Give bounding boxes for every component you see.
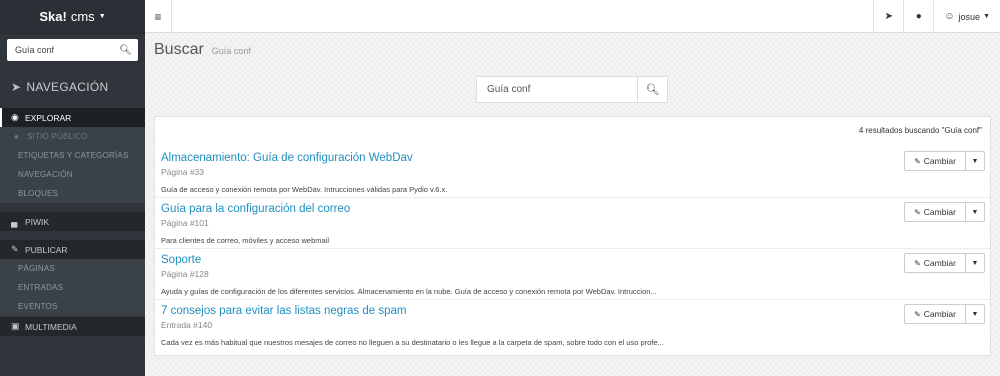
result-type: Página #128 <box>161 269 209 279</box>
search-icon[interactable]: 🔍︎ <box>119 45 132 56</box>
chat-bubble-icon[interactable]: ● <box>903 0 933 33</box>
change-button[interactable]: ✎ Cambiar <box>904 151 966 171</box>
main-content: Buscar Guía conf 🔍︎ 4 resultados buscand… <box>145 33 1000 376</box>
sidebar-subitem-entradas[interactable]: ENTRADAS <box>0 278 145 297</box>
page-subtitle: Guía conf <box>211 46 251 56</box>
sidebar-item-multimedia[interactable]: ▣ MULTIMEDIA <box>0 317 145 336</box>
result-title[interactable]: Guía para la configuración del correo <box>161 203 350 215</box>
spacer <box>0 231 145 239</box>
pencil-icon: ✎ <box>914 207 921 217</box>
list-item: Almacenamiento: Guía de configuración We… <box>155 147 990 198</box>
caret-down-icon: ▼ <box>98 13 106 20</box>
result-type: Página #101 <box>161 218 209 228</box>
user-menu[interactable]: ☺ josue ▼ <box>933 0 1000 33</box>
topbar-actions: ➤ ● ☺ josue ▼ <box>873 0 1000 33</box>
main-search-input[interactable] <box>476 76 637 103</box>
search-icon: 🔍︎ <box>645 84 660 96</box>
sidebar-search-input[interactable] <box>15 45 105 55</box>
search-button[interactable]: 🔍︎ <box>637 76 668 103</box>
list-item: 7 consejos para evitar las listas negras… <box>155 300 990 351</box>
page-title: Buscar <box>154 41 204 58</box>
globe-icon: ● <box>14 132 20 141</box>
sidebar-item-label: PIWIK <box>25 216 50 227</box>
pencil-icon: ✎ <box>914 258 921 268</box>
result-actions: ✎ Cambiar ▼ <box>904 304 985 324</box>
result-title[interactable]: Almacenamiento: Guía de configuración We… <box>161 152 413 164</box>
sidebar-subitem-label: EVENTOS <box>18 302 58 311</box>
caret-down-icon: ▼ <box>983 13 990 20</box>
change-label: Cambiar <box>923 156 956 166</box>
result-title[interactable]: Soporte <box>161 254 201 266</box>
result-actions: ✎ Cambiar ▼ <box>904 151 985 171</box>
results-panel: 4 resultados buscando "Guía conf" Almace… <box>154 116 991 356</box>
compass-icon: ◉ <box>11 112 19 122</box>
sidebar-subitem-sitio-publico[interactable]: ● SITIO PÚBLICO <box>0 127 145 146</box>
dropdown-toggle[interactable]: ▼ <box>966 151 985 171</box>
change-button[interactable]: ✎ Cambiar <box>904 202 966 222</box>
list-item: Guía para la configuración del correo Pá… <box>155 198 990 249</box>
change-button[interactable]: ✎ Cambiar <box>904 253 966 273</box>
sidebar-item-label: PUBLICAR <box>25 244 68 255</box>
dropdown-toggle[interactable]: ▼ <box>966 253 985 273</box>
result-actions: ✎ Cambiar ▼ <box>904 253 985 273</box>
paper-plane-icon[interactable]: ➤ <box>873 0 903 33</box>
sidebar-subitem-bloques[interactable]: BLOQUES <box>0 184 145 203</box>
change-label: Cambiar <box>923 258 956 268</box>
sidebar-subitem-label: NAVEGACIÓN <box>18 170 73 179</box>
result-type: Entrada #140 <box>161 320 213 330</box>
sidebar-subitem-label: ETIQUETAS Y CATEGORÍAS <box>18 151 129 160</box>
rocket-icon: ➤ <box>11 80 22 94</box>
sidebar-subitem-etiquetas[interactable]: ETIQUETAS Y CATEGORÍAS <box>0 146 145 165</box>
change-button[interactable]: ✎ Cambiar <box>904 304 966 324</box>
page-header: Buscar Guía conf <box>154 41 251 59</box>
sidebar: Ska! cms ▼ 🔍︎ ➤ NAVEGACIÓN ◉ EXPLORAR ● … <box>0 0 145 376</box>
pencil-icon: ✎ <box>914 309 921 319</box>
nav-title: ➤ NAVEGACIÓN <box>0 67 145 107</box>
result-description: Guía de acceso y conexión remota por Web… <box>161 185 448 194</box>
result-description: Cada vez es más habitual que nuestros me… <box>161 338 664 347</box>
spacer <box>0 203 145 211</box>
result-actions: ✎ Cambiar ▼ <box>904 202 985 222</box>
sidebar-subitem-navegacion[interactable]: NAVEGACIÓN <box>0 165 145 184</box>
topbar: ≡ ➤ ● ☺ josue ▼ <box>145 0 1000 33</box>
result-title[interactable]: 7 consejos para evitar las listas negras… <box>161 305 406 317</box>
list-item: Soporte Página #128 Ayuda y guías de con… <box>155 249 990 300</box>
sidebar-subitem-label: BLOQUES <box>18 189 59 198</box>
sidebar-item-label: EXPLORAR <box>25 112 72 123</box>
results-count: 4 resultados buscando "Guía conf" <box>858 126 982 135</box>
result-description: Para clientes de correo, móviles y acces… <box>161 236 329 245</box>
sidebar-item-publicar[interactable]: ✎ PUBLICAR <box>0 240 145 259</box>
pencil-icon: ✎ <box>11 244 19 254</box>
sidebar-item-explorar[interactable]: ◉ EXPLORAR <box>0 108 145 127</box>
brand-name: cms <box>70 9 95 24</box>
pencil-icon: ✎ <box>914 156 921 166</box>
user-icon: ☺ <box>944 11 955 22</box>
sidebar-search: 🔍︎ <box>7 39 138 61</box>
dropdown-toggle[interactable]: ▼ <box>966 304 985 324</box>
result-description: Ayuda y guías de configuración de los di… <box>161 287 657 296</box>
sidebar-subitem-label: ENTRADAS <box>18 283 64 292</box>
brand-menu[interactable]: Ska! cms ▼ <box>0 0 145 34</box>
change-label: Cambiar <box>923 309 956 319</box>
result-type: Página #33 <box>161 167 205 177</box>
change-label: Cambiar <box>923 207 956 217</box>
sidebar-subitem-paginas[interactable]: PÁGINAS <box>0 259 145 278</box>
nav-title-label: NAVEGACIÓN <box>26 80 109 94</box>
brand-logo: Ska! <box>39 9 67 24</box>
sidebar-subitem-label: SITIO PÚBLICO <box>27 132 88 141</box>
user-name: josue <box>958 11 981 22</box>
main-search: 🔍︎ <box>476 76 668 103</box>
sidebar-subitem-eventos[interactable]: EVENTOS <box>0 297 145 316</box>
sidebar-item-piwik[interactable]: ▄ PIWIK <box>0 212 145 231</box>
dropdown-toggle[interactable]: ▼ <box>966 202 985 222</box>
hamburger-icon[interactable]: ≡ <box>145 0 172 33</box>
chart-icon: ▄ <box>11 216 18 227</box>
sidebar-item-label: MULTIMEDIA <box>25 321 77 332</box>
sidebar-subitem-label: PÁGINAS <box>18 264 55 273</box>
image-icon: ▣ <box>11 321 20 331</box>
